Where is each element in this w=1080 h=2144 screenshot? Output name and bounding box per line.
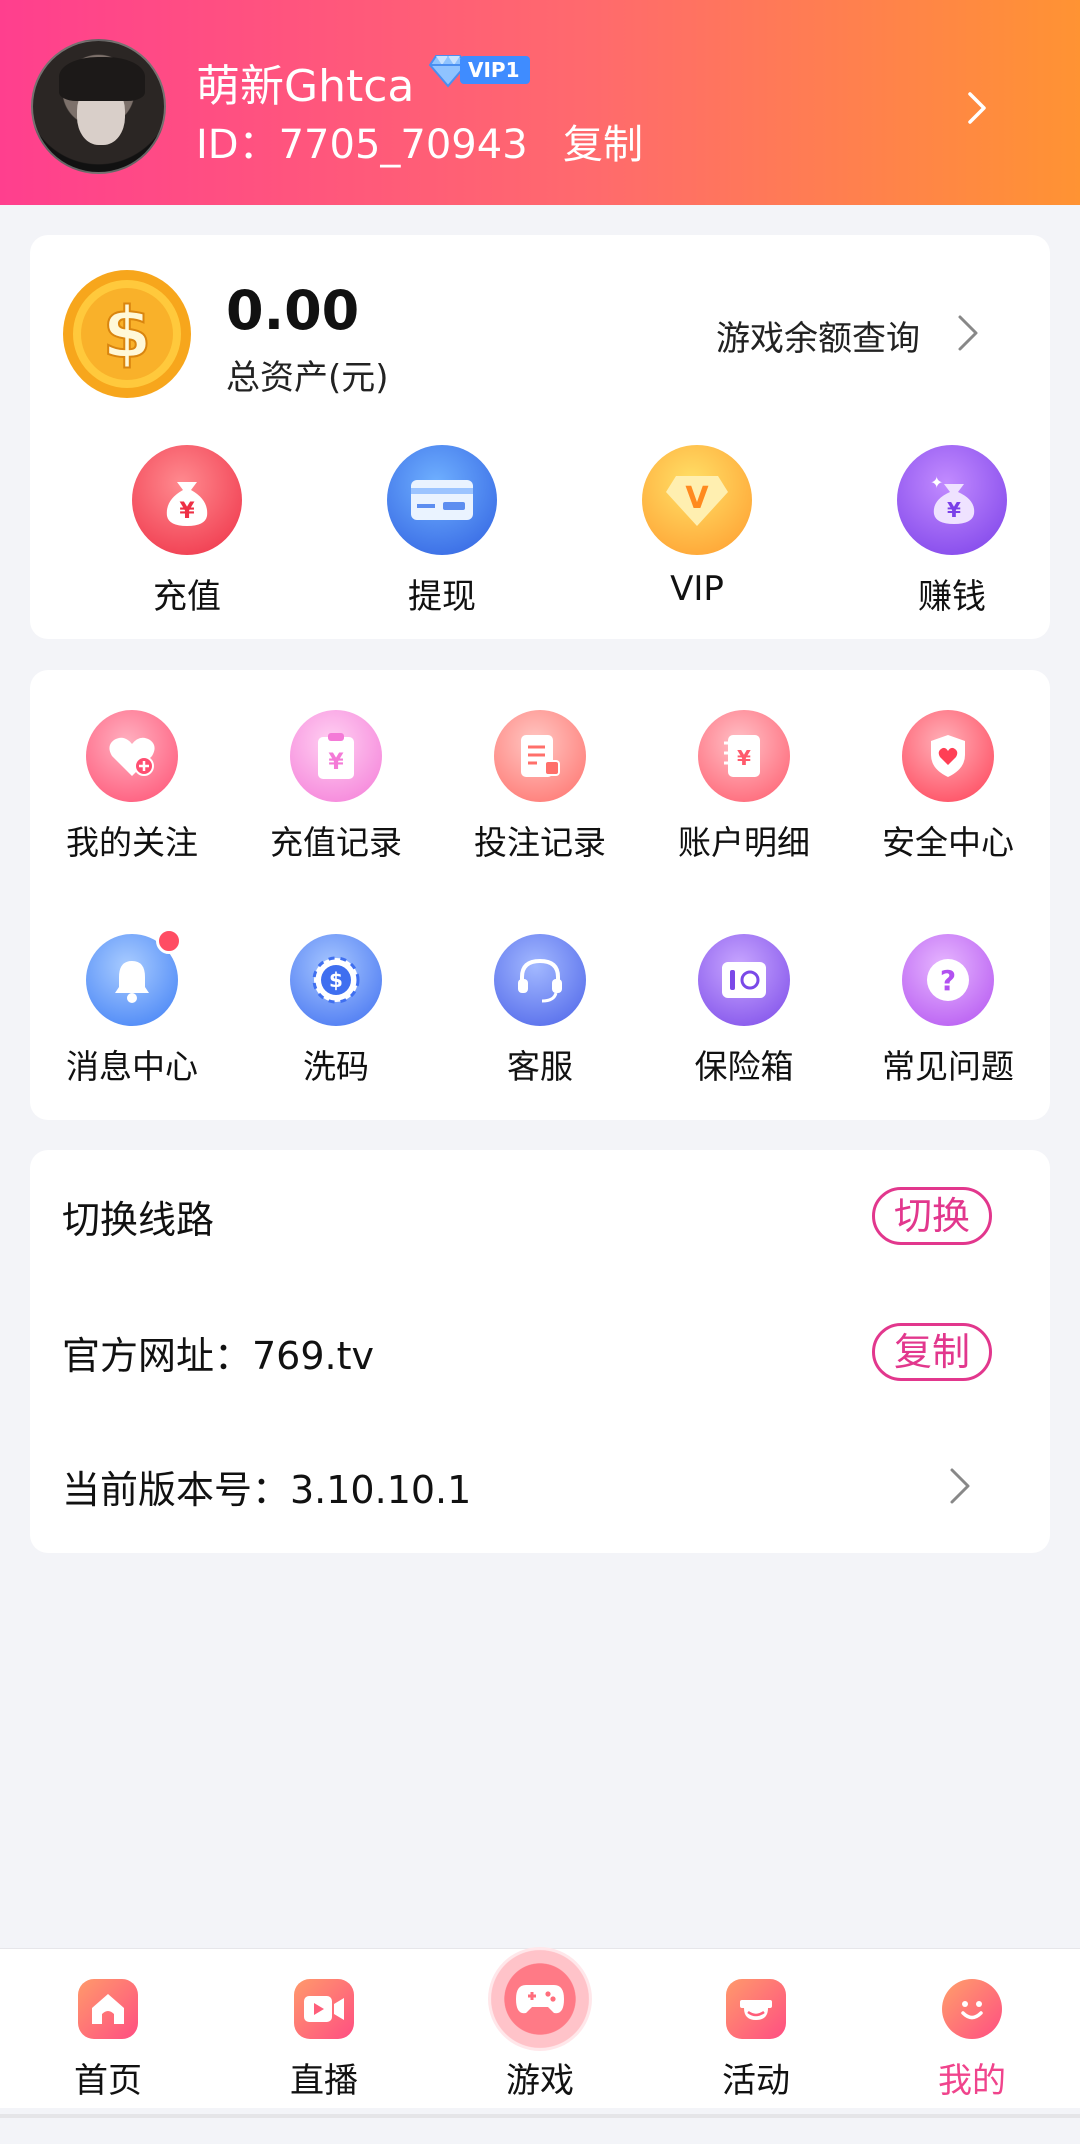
svg-text:¥: ¥ [328, 750, 344, 775]
safe-icon [698, 934, 790, 1026]
game-balance-query[interactable]: 游戏余额查询 [716, 311, 920, 360]
smiley-icon [942, 1979, 1002, 2039]
switch-route-button[interactable]: 切换 [872, 1187, 992, 1245]
vip-level: VIP1 [460, 56, 530, 84]
safe-box-label: 保险箱 [694, 1047, 794, 1086]
earn-bag-icon: ¥ ✦ [897, 445, 1007, 555]
balance-amount: 0.00 [226, 279, 360, 342]
message-center-item[interactable]: 消息中心 [30, 928, 234, 1088]
security-center-label: 安全中心 [882, 823, 1014, 862]
svg-text:$: $ [329, 968, 343, 992]
nav-mine[interactable]: 我的 [864, 1949, 1080, 2109]
avatar-hair [59, 57, 145, 101]
recharge-label: 充值 [153, 577, 221, 617]
vip-label: VIP [670, 569, 724, 609]
version-label: 当前版本号：3.10.10.1 [62, 1467, 472, 1512]
withdraw-button[interactable]: 提现 [347, 445, 537, 618]
coin-icon: $ [63, 270, 191, 398]
unread-badge [156, 928, 182, 954]
nav-mine-label: 我的 [938, 2061, 1006, 2101]
nav-game-label: 游戏 [506, 2061, 574, 2101]
chip-icon: $ [290, 934, 382, 1026]
earn-button[interactable]: ¥ ✦ 赚钱 [857, 445, 1047, 618]
question-icon: ? [902, 934, 994, 1026]
money-bag-icon: ¥ [132, 445, 242, 555]
my-follows-item[interactable]: 我的关注 [30, 710, 234, 864]
vip-button[interactable]: V VIP [602, 445, 792, 609]
vip-badge: VIP1 [428, 52, 530, 88]
nav-live[interactable]: 直播 [216, 1949, 432, 2109]
security-center-item[interactable]: 安全中心 [846, 710, 1050, 864]
menu-grid-card: 我的关注 ¥ 充值记录 投注记录 ¥ 账户明细 安全中心 消息中心 $ 洗码 客… [30, 670, 1050, 1120]
chevron-right-icon[interactable] [962, 88, 992, 128]
live-video-icon [294, 1979, 354, 2039]
message-center-label: 消息中心 [66, 1047, 198, 1086]
svg-text:✦: ✦ [930, 473, 943, 492]
avatar[interactable] [31, 39, 166, 174]
bet-record-item[interactable]: 投注记录 [438, 710, 642, 864]
version-row[interactable]: 当前版本号：3.10.10.1 [62, 1426, 1018, 1546]
svg-text:$: $ [103, 292, 152, 374]
wallet-card: $ 0.00 总资产(元) 游戏余额查询 ¥ 充值 提现 V VIP ¥ ✦ 赚钱 [30, 235, 1050, 639]
copy-website-button[interactable]: 复制 [872, 1323, 992, 1381]
profile-header[interactable]: 萌新Ghtca VIP1 ID：7705_70943 复制 [0, 0, 1080, 205]
my-follows-label: 我的关注 [66, 823, 198, 862]
bottom-nav: 首页 直播 游戏 活动 我的 [0, 1947, 1080, 2109]
username: 萌新Ghtca [196, 61, 415, 112]
gamepad-icon [488, 1947, 592, 2051]
clipboard-yen-icon: ¥ [290, 710, 382, 802]
faq-label: 常见问题 [882, 1047, 1014, 1086]
customer-service-item[interactable]: 客服 [438, 934, 642, 1088]
headset-icon [494, 934, 586, 1026]
bet-record-label: 投注记录 [474, 823, 606, 862]
nav-live-label: 直播 [290, 2061, 358, 2101]
bottom-divider [0, 2114, 1080, 2118]
account-detail-item[interactable]: ¥ 账户明细 [642, 710, 846, 864]
switch-route-row: 切换线路 切换 [62, 1156, 1018, 1276]
ledger-icon: ¥ [698, 710, 790, 802]
vip-diamond-icon: V [642, 445, 752, 555]
copy-id-button[interactable]: 复制 [563, 112, 643, 170]
wash-code-item[interactable]: $ 洗码 [234, 934, 438, 1088]
nav-home[interactable]: 首页 [0, 1949, 216, 2109]
bet-record-icon [494, 710, 586, 802]
website-label: 官方网址：769.tv [62, 1333, 374, 1378]
switch-route-label: 切换线路 [62, 1197, 215, 1242]
faq-item[interactable]: ? 常见问题 [846, 934, 1050, 1088]
nav-home-label: 首页 [74, 2061, 142, 2101]
chevron-right-icon[interactable] [952, 311, 982, 355]
shield-heart-icon [902, 710, 994, 802]
heart-plus-icon [86, 710, 178, 802]
svg-text:V: V [685, 481, 709, 516]
svg-text:¥: ¥ [737, 746, 751, 770]
wash-code-label: 洗码 [303, 1047, 369, 1086]
recharge-button[interactable]: ¥ 充值 [92, 445, 282, 618]
svg-text:¥: ¥ [179, 499, 195, 524]
safe-box-item[interactable]: 保险箱 [642, 934, 846, 1088]
account-detail-label: 账户明细 [678, 823, 810, 862]
nav-game[interactable]: 游戏 [432, 1947, 648, 2109]
website-row: 官方网址：769.tv 复制 [62, 1292, 1018, 1412]
recharge-record-item[interactable]: ¥ 充值记录 [234, 710, 438, 864]
chevron-right-icon [950, 1468, 970, 1504]
withdraw-label: 提现 [408, 577, 476, 617]
svg-text:?: ? [940, 964, 956, 997]
customer-service-label: 客服 [507, 1047, 573, 1086]
card-icon [387, 445, 497, 555]
nav-activity[interactable]: 活动 [648, 1949, 864, 2109]
user-id: ID：7705_70943 [196, 122, 528, 168]
earn-label: 赚钱 [918, 577, 986, 617]
settings-card: 切换线路 切换 官方网址：769.tv 复制 当前版本号：3.10.10.1 [30, 1150, 1050, 1553]
gift-icon [726, 1979, 786, 2039]
recharge-record-label: 充值记录 [270, 823, 402, 862]
balance-label: 总资产(元) [226, 358, 389, 398]
home-icon [78, 1979, 138, 2039]
bell-icon [86, 928, 182, 1026]
svg-text:¥: ¥ [947, 498, 961, 522]
nav-activity-label: 活动 [722, 2061, 790, 2101]
